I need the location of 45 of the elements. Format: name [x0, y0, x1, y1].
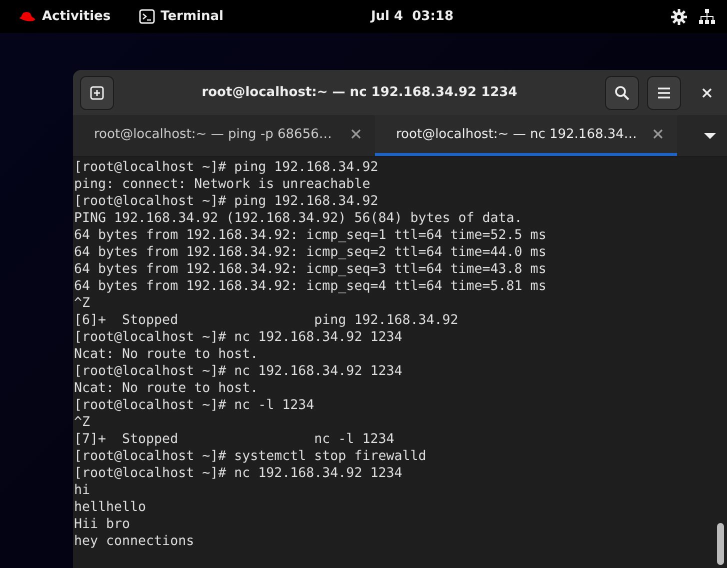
terminal-line: [root@localhost ~]# ping 192.168.34.92 — [74, 193, 380, 210]
app-menu[interactable]: Terminal — [160, 9, 224, 24]
terminal-line: hi — [74, 482, 92, 499]
terminal-line: [root@localhost ~]# nc -l 1234 — [74, 397, 316, 414]
terminal-line: [root@localhost ~]# ping 192.168.34.92 — [74, 159, 380, 176]
hat-logo-icon — [18, 10, 36, 22]
terminal-line: [root@localhost ~]# nc 192.168.34.92 1234 — [74, 465, 404, 482]
menu-button[interactable] — [647, 76, 681, 110]
terminal-line: Ncat: No route to host. — [74, 346, 260, 363]
terminal-line: [6]+ Stopped ping 192.168.34.92 — [74, 312, 460, 329]
terminal-line: [root@localhost ~]# nc 192.168.34.92 1234 — [74, 363, 404, 380]
new-tab-button[interactable] — [80, 76, 114, 110]
terminal-line: [root@localhost ~]# systemctl stop firewalld — [74, 448, 428, 465]
close-icon — [651, 127, 665, 141]
gear-icon[interactable] — [671, 8, 687, 24]
terminal-tab[interactable]: root@localhost:~ — nc 192.168.34… — [375, 115, 677, 156]
tab-close-button[interactable] — [651, 127, 665, 141]
terminal-line: 64 bytes from 192.168.34.92: icmp_seq=4 ttl=64 time=5.81 ms — [74, 278, 548, 295]
terminal-line: ^Z — [74, 414, 92, 431]
clock[interactable]: Jul 4 03:18 — [223, 9, 601, 24]
terminal-line: hellhello — [74, 499, 148, 516]
window-title: root@localhost:~ — nc 192.168.34.92 1234 — [200, 85, 518, 100]
terminal-line: Ncat: No route to host. — [74, 380, 260, 397]
terminal-icon — [138, 9, 155, 24]
close-icon — [349, 127, 363, 141]
close-icon — [701, 86, 713, 98]
terminal-line: [root@localhost ~]# nc 192.168.34.92 1234 — [74, 329, 404, 346]
scrollbar-thumb[interactable] — [717, 523, 724, 565]
terminal-line: 64 bytes from 192.168.34.92: icmp_seq=3 ttl=64 time=43.8 ms — [74, 261, 548, 278]
search-button[interactable] — [605, 76, 639, 110]
network-icon[interactable] — [699, 8, 715, 24]
terminal-line: PING 192.168.34.92 (192.168.34.92) 56(84) bytes of data. — [74, 210, 524, 227]
terminal-line: Hii bro — [74, 516, 132, 533]
terminal-line: 64 bytes from 192.168.34.92: icmp_seq=2 ttl=64 time=44.0 ms — [74, 244, 548, 261]
menu-icon — [657, 86, 671, 98]
tab-close-button[interactable] — [349, 127, 363, 141]
terminal-line: ping: connect: Network is unreachable — [74, 176, 372, 193]
activities-button[interactable]: Activities — [42, 9, 111, 24]
caret-icon — [703, 132, 717, 140]
search-icon — [614, 84, 630, 100]
terminal-line: 64 bytes from 192.168.34.92: icmp_seq=1 ttl=64 time=52.5 ms — [74, 227, 548, 244]
terminal-line: [7]+ Stopped nc -l 1234 — [74, 431, 396, 448]
add-tab-icon — [89, 84, 105, 100]
terminal-line: ^Z — [74, 295, 92, 312]
terminal-line: hey connections — [74, 533, 196, 550]
